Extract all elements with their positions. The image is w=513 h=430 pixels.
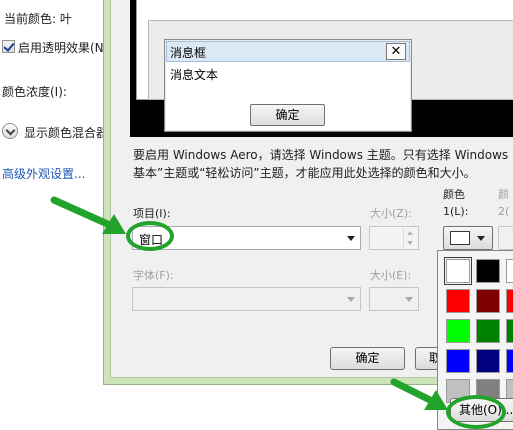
chevron-down-icon [477, 236, 485, 241]
color1-swatch [450, 231, 470, 245]
color1-label-line1: 颜色 [443, 188, 465, 201]
color-swatch[interactable] [476, 289, 500, 313]
color-swatch[interactable] [506, 349, 513, 373]
size-z-spinner [369, 226, 419, 250]
highlight-ellipse-item [126, 221, 174, 251]
pointer-arrow-icon [390, 378, 448, 410]
color-swatch[interactable] [476, 349, 500, 373]
transparency-checkbox[interactable] [2, 40, 15, 53]
color-swatch[interactable] [446, 289, 470, 313]
color-swatch[interactable] [476, 259, 500, 283]
size-z-label: 大小(Z): [370, 207, 412, 220]
spin-down-icon [403, 238, 417, 248]
preview-msgbox-ok-button: 确定 [250, 104, 325, 126]
color-swatch[interactable] [446, 349, 470, 373]
color-swatch[interactable] [506, 319, 513, 343]
preview-msgbox-title: 消息框 [170, 46, 207, 60]
color2-button [498, 226, 513, 250]
chevron-down-icon [405, 297, 413, 302]
item-label: 项目(I): [133, 207, 171, 220]
preview-msgbox-text: 消息文本 [170, 68, 219, 82]
color-swatch[interactable] [444, 257, 472, 285]
font-select [132, 287, 361, 311]
aero-description: 要启用 Windows Aero，请选择 Windows 主题。只有选择 Win… [133, 148, 513, 180]
color-swatch[interactable] [506, 259, 513, 283]
color-intensity-label: 颜色浓度(I): [2, 85, 67, 99]
color-mixer-toggle[interactable]: 显示颜色混合器 [24, 124, 108, 141]
ok-button[interactable]: 确定 [330, 347, 405, 370]
color2-label-line2: 2( [498, 205, 510, 218]
chevron-down-icon[interactable] [2, 123, 18, 139]
color-swatch[interactable] [446, 319, 470, 343]
color-swatch[interactable] [506, 289, 513, 313]
color1-label-line2: 1(L): [443, 205, 469, 218]
close-icon: ✕ [386, 43, 406, 60]
chevron-down-icon [347, 236, 355, 241]
pointer-arrow-icon [50, 196, 126, 234]
color2-label-line1: 颜 [498, 188, 509, 201]
advanced-appearance-link[interactable]: 高级外观设置... [2, 165, 85, 182]
highlight-ellipse-other [446, 395, 506, 429]
size-e-select [369, 287, 419, 311]
chevron-down-icon [347, 297, 355, 302]
font-label: 字体(F): [133, 269, 174, 282]
color-swatch[interactable] [476, 319, 500, 343]
spin-up-icon [403, 228, 417, 238]
color1-button[interactable] [443, 226, 493, 250]
current-color-label: 当前颜色: 叶 [4, 12, 72, 26]
size-e-label: 大小(E): [370, 269, 412, 282]
transparency-label[interactable]: 启用透明效果(N [18, 39, 104, 56]
